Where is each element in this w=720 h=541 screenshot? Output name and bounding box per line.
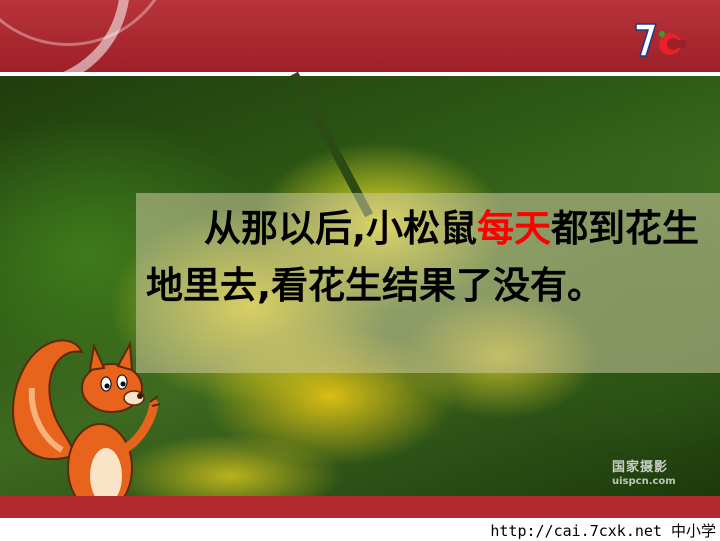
- passage-segment-1: 从那以后,小松鼠: [204, 207, 478, 250]
- footer-url[interactable]: http://cai.7cxk.net 中小学: [490, 520, 716, 541]
- footer-band: [0, 496, 720, 518]
- brand-logo-icon: [635, 23, 686, 57]
- photo-watermark-name: 国家摄影: [612, 460, 669, 475]
- photo-watermark-url: uispcn.com: [612, 476, 676, 487]
- passage-highlight: 每天: [477, 207, 552, 250]
- story-passage: 从那以后,小松鼠每天都到花生地里去,看花生结果了没有。: [146, 200, 716, 314]
- header-band: [0, 0, 720, 72]
